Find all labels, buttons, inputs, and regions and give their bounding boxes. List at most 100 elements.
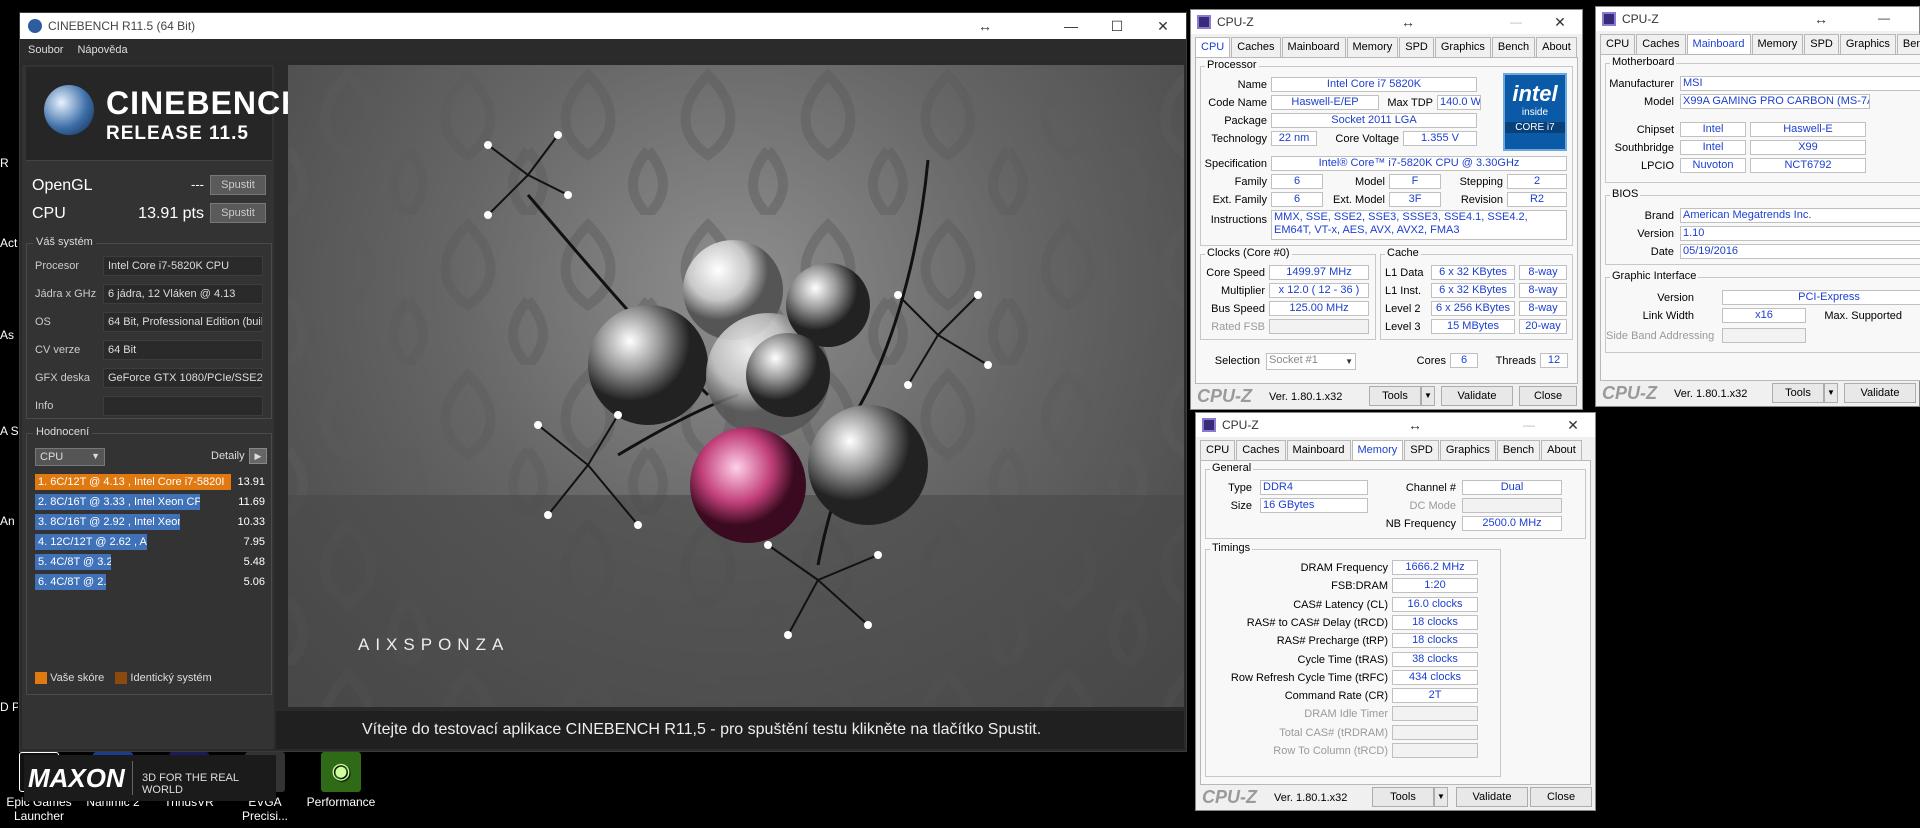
legend-identical: Identický systém xyxy=(130,672,212,684)
ext-model-value: 3F xyxy=(1389,192,1441,207)
core-speed-label: Core Speed xyxy=(1206,267,1265,279)
lpcio-vendor: Nuvoton xyxy=(1680,158,1746,173)
ranking-row[interactable]: 5. 4C/8T @ 3.20 , Intel Core i7 CPU 96 5.… xyxy=(35,554,267,570)
opengl-run-button[interactable]: Spustit xyxy=(210,175,266,195)
tab-cpu[interactable]: CPU xyxy=(1600,34,1636,54)
dc-mode-label: DC Mode xyxy=(1409,500,1456,512)
tab-about[interactable]: About xyxy=(1536,37,1577,57)
cpuz-mainboard-panel: Motherboard Manufacturer MSI Model X99A … xyxy=(1600,54,1920,381)
bus-speed-value: 125.00 MHz xyxy=(1269,301,1369,316)
tab-mainboard[interactable]: Mainboard xyxy=(1686,34,1751,54)
ranking-bar: 4. 12C/12T @ 2.62 , AMD Opteron 243 xyxy=(35,534,147,550)
tab-graphics[interactable]: Graphics xyxy=(1839,34,1896,54)
minimize-button[interactable]: — xyxy=(1507,418,1551,432)
tab-memory[interactable]: Memory xyxy=(1351,440,1404,460)
tools-dropdown-icon[interactable]: ▼ xyxy=(1824,383,1838,403)
minimize-button[interactable]: — xyxy=(1878,11,1890,25)
opengl-label: OpenGL xyxy=(32,177,93,194)
ranking-row[interactable]: 6. 4C/8T @ 2.80 , Intel Core i7 CPU 86 5.… xyxy=(35,574,267,590)
bios-date-label: Date xyxy=(1650,246,1674,258)
cpu-run-button[interactable]: Spustit xyxy=(210,203,266,223)
validate-button[interactable]: Validate xyxy=(1456,787,1528,807)
intel-word: intel xyxy=(1512,81,1558,106)
close-button[interactable]: ✕ xyxy=(1538,14,1582,31)
cpuz-titlebar[interactable]: CPU-Z ↔ — ✕ xyxy=(1191,10,1582,34)
tools-dropdown-icon[interactable]: ▼ xyxy=(1421,386,1435,406)
close-button[interactable]: Close xyxy=(1519,386,1577,406)
model-label: Model xyxy=(1355,176,1385,188)
tab-bench[interactable]: Bench xyxy=(1491,37,1536,57)
cache-level-label: Level 2 xyxy=(1385,303,1421,315)
socket-select[interactable]: Socket #1 ▼ xyxy=(1266,353,1356,370)
tab-caches[interactable]: Caches xyxy=(1636,34,1686,54)
channel-label: Channel # xyxy=(1405,482,1456,494)
voltage-value: 1.355 V xyxy=(1403,131,1477,146)
tab-spd[interactable]: SPD xyxy=(1404,440,1439,460)
timing-value xyxy=(1392,724,1478,740)
cpuz-mainboard-window: CPU-Z ↔ — CPU Caches Mainboard Memory SPD Gra… xyxy=(1595,6,1920,407)
tab-bench[interactable]: Bench xyxy=(1896,34,1920,54)
tab-graphics[interactable]: Graphics xyxy=(1439,440,1496,460)
close-button[interactable]: ✕ xyxy=(1140,18,1186,35)
tools-button[interactable]: Tools xyxy=(1372,787,1434,807)
menu-soubor[interactable]: Soubor xyxy=(28,44,63,56)
tdp-value: 140.0 W xyxy=(1437,95,1481,110)
validate-button[interactable]: Validate xyxy=(1844,383,1916,403)
cinebench-titlebar[interactable]: CINEBENCH R11.5 (64 Bit) ↔ — ☐ ✕ xyxy=(20,13,1186,39)
ranking-row[interactable]: 2. 8C/16T @ 3.33 , Intel Xeon CPU W 11.69 xyxy=(35,494,267,510)
tools-button[interactable]: Tools xyxy=(1772,383,1824,403)
cpu-name-value: Intel Core i7 5820K xyxy=(1271,77,1477,92)
maximize-button[interactable]: ☐ xyxy=(1094,18,1140,35)
cpuz-version: Ver. 1.80.1.x32 xyxy=(1674,388,1748,400)
minimize-button[interactable]: — xyxy=(1048,18,1094,34)
info-field[interactable] xyxy=(103,396,263,416)
specification-label: Specification xyxy=(1204,158,1267,170)
tab-spd[interactable]: SPD xyxy=(1399,37,1434,57)
tab-mainboard[interactable]: Mainboard xyxy=(1286,440,1351,460)
tab-memory[interactable]: Memory xyxy=(1751,34,1804,54)
details-button[interactable]: ▶ xyxy=(249,448,267,464)
tab-caches[interactable]: Caches xyxy=(1236,440,1286,460)
window-title: CPU-Z xyxy=(1222,418,1259,432)
cache-way-value: 20-way xyxy=(1519,319,1567,334)
tools-dropdown-icon[interactable]: ▼ xyxy=(1434,787,1448,807)
desktop-icon-label: Performance xyxy=(306,795,376,809)
resize-arrows-icon: ↔ xyxy=(978,18,992,34)
tools-button[interactable]: Tools xyxy=(1369,386,1421,406)
cinebench-left-panel: CINEBENCH RELEASE 11.5 OpenGL --- Spusti… xyxy=(22,65,304,801)
tab-graphics[interactable]: Graphics xyxy=(1434,37,1491,57)
opengl-score-row: OpenGL --- Spustit xyxy=(32,175,268,195)
bios-version-label: Version xyxy=(1637,228,1674,240)
cache-level-label: L1 Inst. xyxy=(1385,285,1422,297)
tab-mainboard[interactable]: Mainboard xyxy=(1281,37,1346,57)
bios-date-value: 05/19/2016 xyxy=(1680,244,1920,259)
cpuz-version: Ver. 1.80.1.x32 xyxy=(1269,391,1343,403)
cache-way-value: 8-way xyxy=(1519,265,1567,280)
minimize-button[interactable]: — xyxy=(1494,15,1538,29)
ranking-row[interactable]: 3. 8C/16T @ 2.92 , Intel Xeon CPU X! 10.3… xyxy=(35,514,267,530)
tab-spd[interactable]: SPD xyxy=(1804,34,1839,54)
menu-napoveda[interactable]: Nápověda xyxy=(77,44,127,56)
validate-button[interactable]: Validate xyxy=(1441,386,1513,406)
tab-about[interactable]: About xyxy=(1541,440,1582,460)
ranking-row[interactable]: 4. 12C/12T @ 2.62 , AMD Opteron 243 7.95 xyxy=(35,534,267,550)
cpuz-titlebar[interactable]: CPU-Z ↔ — ✕ xyxy=(1196,413,1595,437)
close-button[interactable]: Close xyxy=(1530,787,1592,807)
desktop-icon-performance[interactable]: ◉ Performance xyxy=(302,752,380,809)
cpuz-titlebar[interactable]: CPU-Z ↔ — xyxy=(1596,7,1919,31)
selection-label: Selection xyxy=(1214,355,1260,367)
cinebench-logo: CINEBENCH RELEASE 11.5 xyxy=(26,67,304,161)
timing-label: RAS# to CAS# Delay (tRCD) xyxy=(1246,616,1388,629)
tab-cpu[interactable]: CPU xyxy=(1200,440,1236,460)
logo-line2: RELEASE 11.5 xyxy=(106,123,249,144)
ext-model-label: Ext. Model xyxy=(1333,194,1385,206)
tab-memory[interactable]: Memory xyxy=(1346,37,1399,57)
chipset-name: Haswell-E xyxy=(1750,122,1866,137)
ranking-select[interactable]: CPU ▼ xyxy=(35,448,105,466)
tab-bench[interactable]: Bench xyxy=(1496,440,1541,460)
tab-caches[interactable]: Caches xyxy=(1231,37,1281,57)
ranking-row[interactable]: 1. 6C/12T @ 4.13 , Intel Core i7-5820I 13… xyxy=(35,474,267,490)
close-button[interactable]: ✕ xyxy=(1551,417,1595,434)
divider xyxy=(132,761,133,795)
tab-cpu[interactable]: CPU xyxy=(1195,37,1231,57)
